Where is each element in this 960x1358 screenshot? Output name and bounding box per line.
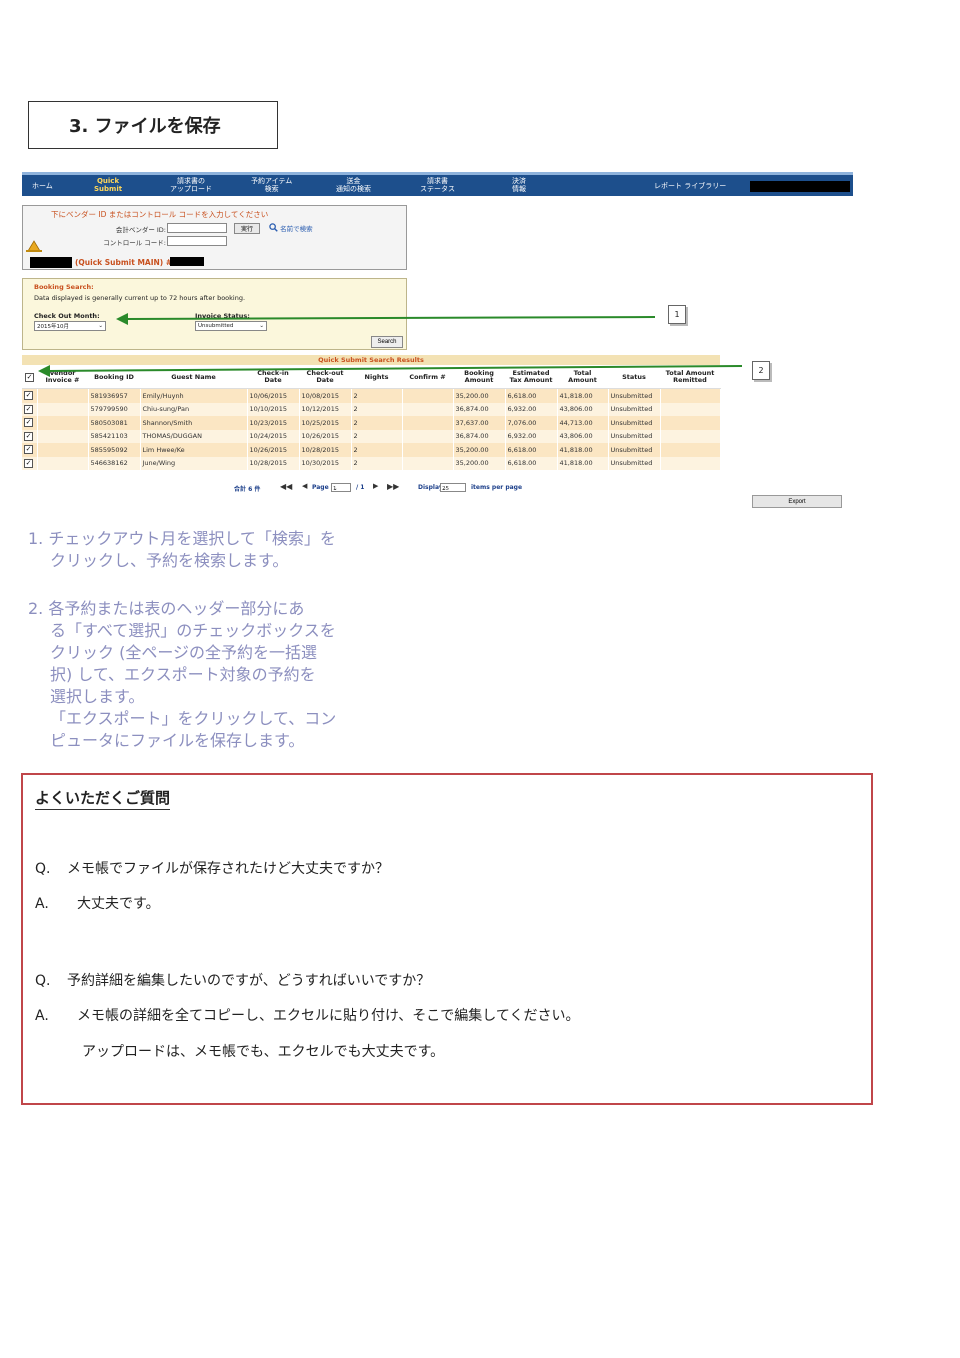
step2-line: 「エクスポート」をクリックして、コン	[50, 709, 337, 728]
arrow-1-line	[125, 316, 656, 320]
faq-a1: A. 大丈夫です。	[35, 893, 160, 913]
arrow-1-head	[116, 313, 128, 325]
arrow-2-head	[38, 365, 50, 377]
step2-line: ピュータにファイルを保存します。	[50, 731, 305, 750]
step1-line: クリックし、予約を検索します。	[50, 551, 289, 570]
a-marker: A.	[35, 896, 49, 912]
q1-text: メモ帳でファイルが保存されたけど大丈夫ですか？	[67, 861, 389, 877]
a-marker: A.	[35, 1008, 49, 1024]
faq-a2: A. メモ帳の詳細を全てコピーし、エクセルに貼り付け、そこで編集してください。	[35, 1005, 579, 1025]
callout-2: 2	[752, 361, 770, 380]
instruction-step-1: 1. チェックアウト月を選択して「検索」を クリックし、予約を検索します。	[28, 528, 358, 572]
step2-line: 択) して、エクスポート対象の予約を	[50, 665, 316, 684]
q2-text: 予約詳細を編集したいのですが、どうすればいいですか？	[67, 973, 431, 989]
step2-line: 2. 各予約または表のヘッダー部分にあ	[28, 599, 305, 618]
step1-line: 1. チェックアウト月を選択して「検索」を	[28, 529, 336, 548]
arrow-2-line	[47, 365, 743, 372]
annotation-arrows	[38, 313, 743, 377]
a1-text: 大丈夫です。	[77, 896, 160, 912]
faq-a2-line2: アップロードは、メモ帳でも、エクセルでも大丈夫です。	[82, 1044, 445, 1060]
a2-text: メモ帳の詳細を全てコピーし、エクセルに貼り付け、そこで編集してください。	[77, 1008, 580, 1024]
step2-line: クリック (全ページの全予約を一括選	[50, 643, 318, 662]
q-marker: Q.	[35, 861, 51, 877]
faq-q2: Q. 予約詳細を編集したいのですが、どうすればいいですか？	[35, 970, 430, 990]
q-marker: Q.	[35, 973, 51, 989]
instruction-step-2: 2. 各予約または表のヘッダー部分にあ る「すべて選択」のチェックボックスを ク…	[28, 598, 358, 752]
faq-box: よくいただくご質問 Q. メモ帳でファイルが保存されたけど大丈夫ですか？ A. 大丈…	[21, 773, 873, 1105]
faq-title: よくいただくご質問	[35, 787, 171, 810]
step2-line: 選択します。	[50, 687, 145, 706]
callout-1: 1	[668, 305, 686, 324]
step2-line: る「すべて選択」のチェックボックスを	[50, 621, 336, 640]
faq-q1: Q. メモ帳でファイルが保存されたけど大丈夫ですか？	[35, 858, 389, 878]
